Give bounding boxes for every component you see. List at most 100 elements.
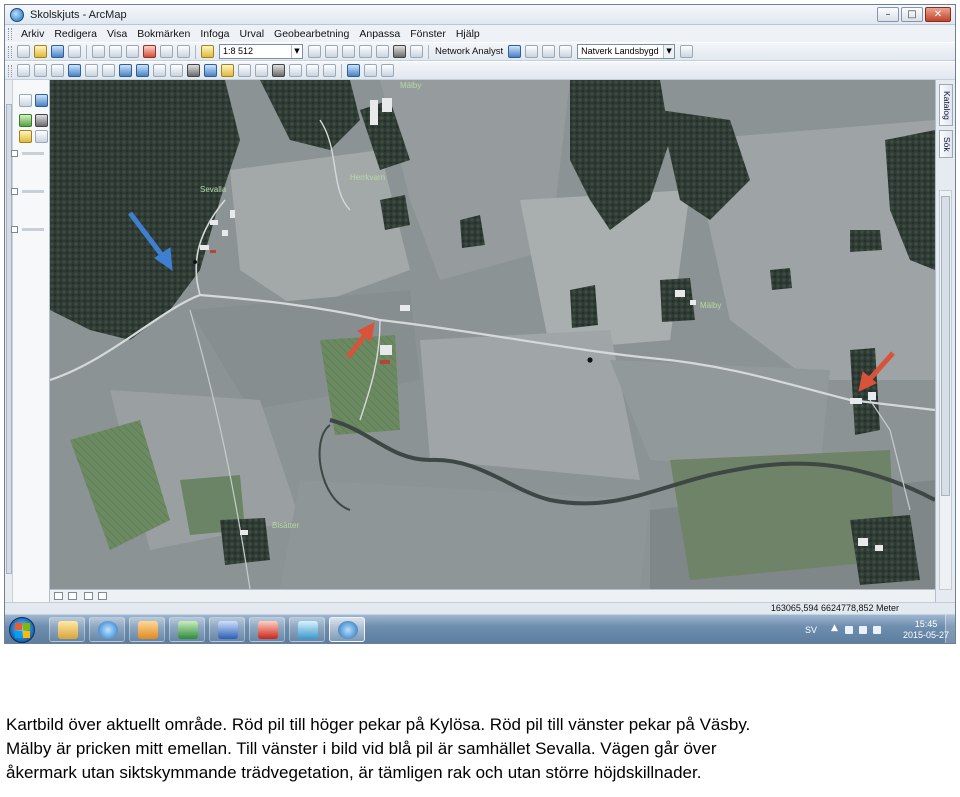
redo-icon[interactable] — [177, 45, 190, 58]
menu-visa[interactable]: Visa — [102, 28, 132, 40]
cut-icon[interactable] — [92, 45, 105, 58]
taskbar-explorer[interactable] — [49, 617, 85, 642]
network-dataset-dropdown[interactable]: Natverk Landsbygd ▼ — [577, 44, 676, 59]
map-vertical-scrollbar[interactable] — [939, 190, 952, 590]
fixed-zoom-out-icon[interactable] — [102, 64, 115, 77]
menu-arkiv[interactable]: Arkiv — [16, 28, 49, 40]
refresh-icon[interactable] — [84, 592, 93, 600]
chevron-down-icon[interactable]: ▼ — [291, 45, 302, 58]
menu-urval[interactable]: Urval — [235, 28, 270, 40]
globe-icon[interactable] — [347, 64, 360, 77]
menu-bokmarken[interactable]: Bokmärken — [132, 28, 195, 40]
data-view-icon[interactable] — [54, 592, 63, 600]
network-analyst-menu[interactable]: Network Analyst — [435, 46, 503, 57]
show-hidden-icons-icon[interactable]: ▲ — [831, 623, 838, 633]
fixed-zoom-in-icon[interactable] — [85, 64, 98, 77]
toc-scrollbar[interactable] — [5, 80, 13, 610]
arctoolbox-icon[interactable] — [376, 45, 389, 58]
show-desktop-button[interactable] — [945, 615, 955, 643]
toolbar-grip[interactable] — [8, 45, 12, 58]
undo-icon[interactable] — [160, 45, 173, 58]
menu-geobearbetning[interactable]: Geobearbetning — [269, 28, 354, 40]
editor-toolbar-icon[interactable] — [308, 45, 321, 58]
taskbar-arcmap[interactable] — [329, 617, 365, 642]
menu-anpassa[interactable]: Anpassa — [354, 28, 405, 40]
full-extent-icon[interactable] — [68, 64, 81, 77]
taskbar-acrobat[interactable] — [249, 617, 285, 642]
go-back-icon[interactable] — [119, 64, 132, 77]
time-slider-icon[interactable] — [323, 64, 336, 77]
taskbar-network-app[interactable] — [289, 617, 325, 642]
open-folder-icon[interactable] — [34, 45, 47, 58]
layer-visibility-checkbox[interactable] — [11, 150, 18, 157]
tray-flag-icon[interactable] — [845, 626, 853, 634]
scrollbar-thumb[interactable] — [941, 196, 950, 496]
print-icon[interactable] — [68, 45, 81, 58]
search-window-icon[interactable] — [359, 45, 372, 58]
delete-icon[interactable] — [143, 45, 156, 58]
map-view[interactable]: Mälby Herrkvarn Mälby Sevalla Bisätter — [50, 80, 935, 589]
find-icon[interactable] — [272, 64, 285, 77]
toggle-icon[interactable] — [381, 64, 394, 77]
minimize-button[interactable]: – — [877, 7, 899, 22]
go-forward-icon[interactable] — [136, 64, 149, 77]
add-data-icon[interactable] — [201, 45, 214, 58]
table-of-contents-icon[interactable] — [325, 45, 338, 58]
layout-view-button-icon[interactable] — [68, 592, 77, 600]
python-window-icon[interactable] — [393, 45, 406, 58]
build-network-icon[interactable] — [680, 45, 694, 58]
layer-name[interactable] — [22, 190, 44, 193]
zoom-out-icon[interactable] — [34, 64, 47, 77]
list-by-visibility-icon[interactable] — [35, 114, 48, 127]
chevron-down-icon[interactable]: ▼ — [663, 45, 675, 58]
list-by-source-icon[interactable] — [35, 94, 48, 107]
paste-icon[interactable] — [126, 45, 139, 58]
close-button[interactable]: ✕ — [925, 7, 951, 22]
identify-icon[interactable] — [204, 64, 217, 77]
menu-hjalp[interactable]: Hjälp — [451, 28, 485, 40]
list-by-drawing-order-icon[interactable] — [19, 94, 32, 107]
tray-network-icon[interactable] — [859, 626, 867, 634]
menu-infoga[interactable]: Infoga — [195, 28, 234, 40]
data-frame-icon[interactable] — [19, 130, 32, 143]
save-icon[interactable] — [51, 45, 64, 58]
search-tab[interactable]: Sök — [939, 130, 953, 158]
network-analyst-window-icon[interactable] — [508, 45, 522, 58]
find-route-icon[interactable] — [289, 64, 302, 77]
measure-icon[interactable] — [255, 64, 268, 77]
menu-grip[interactable] — [8, 27, 12, 40]
taskbar-outlook[interactable] — [129, 617, 165, 642]
layer-name[interactable] — [22, 152, 44, 155]
menu-fonster[interactable]: Fönster — [405, 28, 451, 40]
taskbar-word[interactable] — [209, 617, 245, 642]
model-builder-icon[interactable] — [410, 45, 423, 58]
clear-selection-icon[interactable] — [170, 64, 183, 77]
layer-name[interactable] — [22, 228, 44, 231]
map-scale-dropdown[interactable]: 1:8 512 ▼ — [219, 44, 303, 59]
taskbar-excel[interactable] — [169, 617, 205, 642]
select-features-icon[interactable] — [153, 64, 166, 77]
start-button[interactable] — [9, 617, 35, 643]
taskbar-internet-explorer[interactable] — [89, 617, 125, 642]
zoom-in-icon[interactable] — [17, 64, 30, 77]
language-indicator[interactable]: SV — [805, 625, 817, 635]
new-document-icon[interactable] — [17, 45, 30, 58]
create-network-location-icon[interactable] — [525, 45, 539, 58]
layers-icon[interactable] — [19, 114, 32, 127]
solve-icon[interactable] — [559, 45, 573, 58]
pan-icon[interactable] — [51, 64, 64, 77]
toc-scrollbar-thumb[interactable] — [6, 104, 12, 574]
layout-view-icon[interactable] — [364, 64, 377, 77]
copy-icon[interactable] — [109, 45, 122, 58]
list-by-selection-icon[interactable] — [35, 130, 48, 143]
tray-volume-icon[interactable] — [873, 626, 881, 634]
select-network-location-icon[interactable] — [542, 45, 556, 58]
menu-redigera[interactable]: Redigera — [49, 28, 102, 40]
layer-visibility-checkbox[interactable] — [11, 226, 18, 233]
html-popup-icon[interactable] — [238, 64, 251, 77]
maximize-button[interactable]: □ — [901, 7, 923, 22]
catalog-window-icon[interactable] — [342, 45, 355, 58]
layer-visibility-checkbox[interactable] — [11, 188, 18, 195]
pause-drawing-icon[interactable] — [98, 592, 107, 600]
hyperlink-icon[interactable] — [221, 64, 234, 77]
